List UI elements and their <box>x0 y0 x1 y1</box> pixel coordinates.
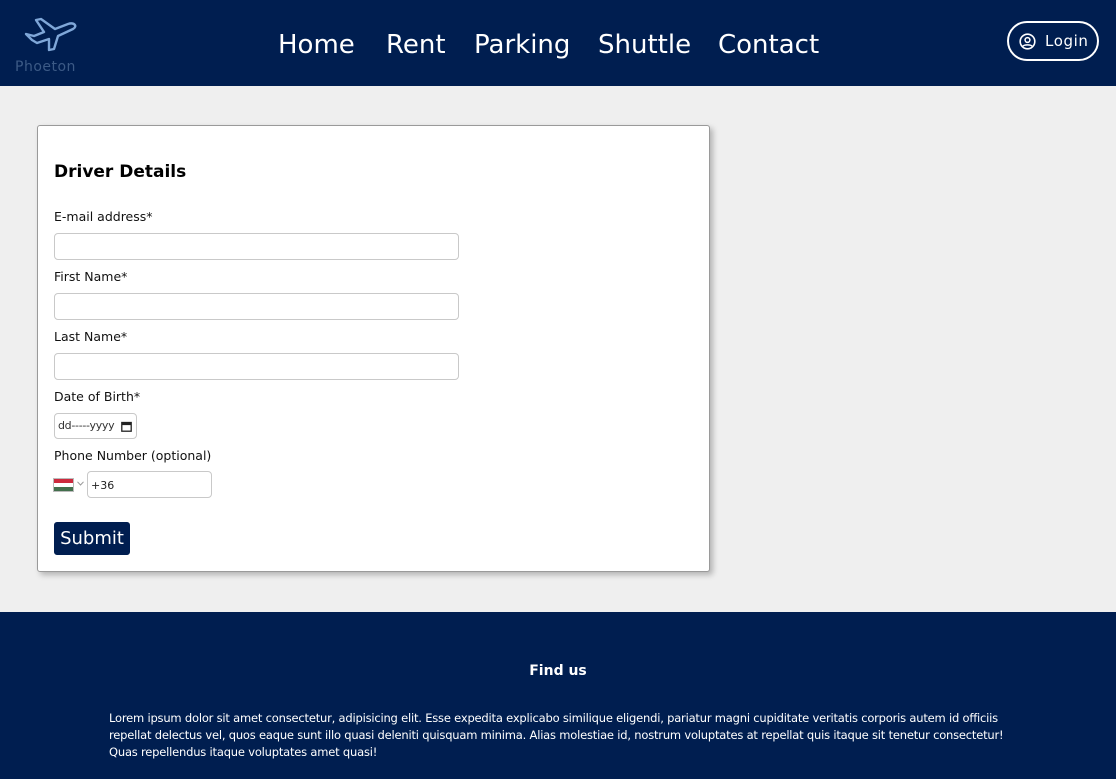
form-title: Driver Details <box>54 162 187 182</box>
dob-field[interactable]: dd-----yyyy <box>54 413 137 439</box>
footer: Find us Lorem ipsum dolor sit amet conse… <box>0 612 1116 779</box>
footer-title: Find us <box>529 663 587 679</box>
last-name-label: Last Name* <box>54 329 128 344</box>
dob-label: Date of Birth* <box>54 389 141 404</box>
nav-contact[interactable]: Contact <box>718 24 819 66</box>
last-name-field[interactable] <box>54 353 459 380</box>
login-button[interactable]: Login <box>1007 21 1099 61</box>
nav-shuttle[interactable]: Shuttle <box>598 24 691 66</box>
logo-text: Phoeton <box>15 59 76 75</box>
chevron-down-icon <box>77 481 84 486</box>
nav-home[interactable]: Home <box>278 24 355 66</box>
dob-placeholder: dd-----yyyy <box>58 419 115 432</box>
driver-details-card: Driver Details E-mail address* First Nam… <box>37 125 710 572</box>
user-circle-icon <box>1019 33 1036 50</box>
email-label: E-mail address* <box>54 209 153 224</box>
calendar-icon[interactable] <box>121 421 132 432</box>
nav-parking[interactable]: Parking <box>474 24 570 66</box>
first-name-field[interactable] <box>54 293 459 320</box>
phone-field[interactable]: +36 <box>87 471 212 498</box>
email-field[interactable] <box>54 233 459 260</box>
login-label: Login <box>1045 32 1089 50</box>
first-name-label: First Name* <box>54 269 128 284</box>
hungary-flag-icon <box>53 478 74 492</box>
footer-text: Lorem ipsum dolor sit amet consectetur, … <box>109 711 1004 759</box>
submit-button[interactable]: Submit <box>54 522 130 555</box>
nav-rent[interactable]: Rent <box>386 24 446 66</box>
country-select[interactable] <box>53 477 85 493</box>
airplane-icon <box>24 17 77 52</box>
top-navbar: Phoeton Home Rent Parking Shuttle Contac… <box>0 0 1116 86</box>
phone-value: +36 <box>91 479 115 492</box>
logo[interactable]: Phoeton <box>14 14 86 76</box>
phone-label: Phone Number (optional) <box>54 448 212 463</box>
